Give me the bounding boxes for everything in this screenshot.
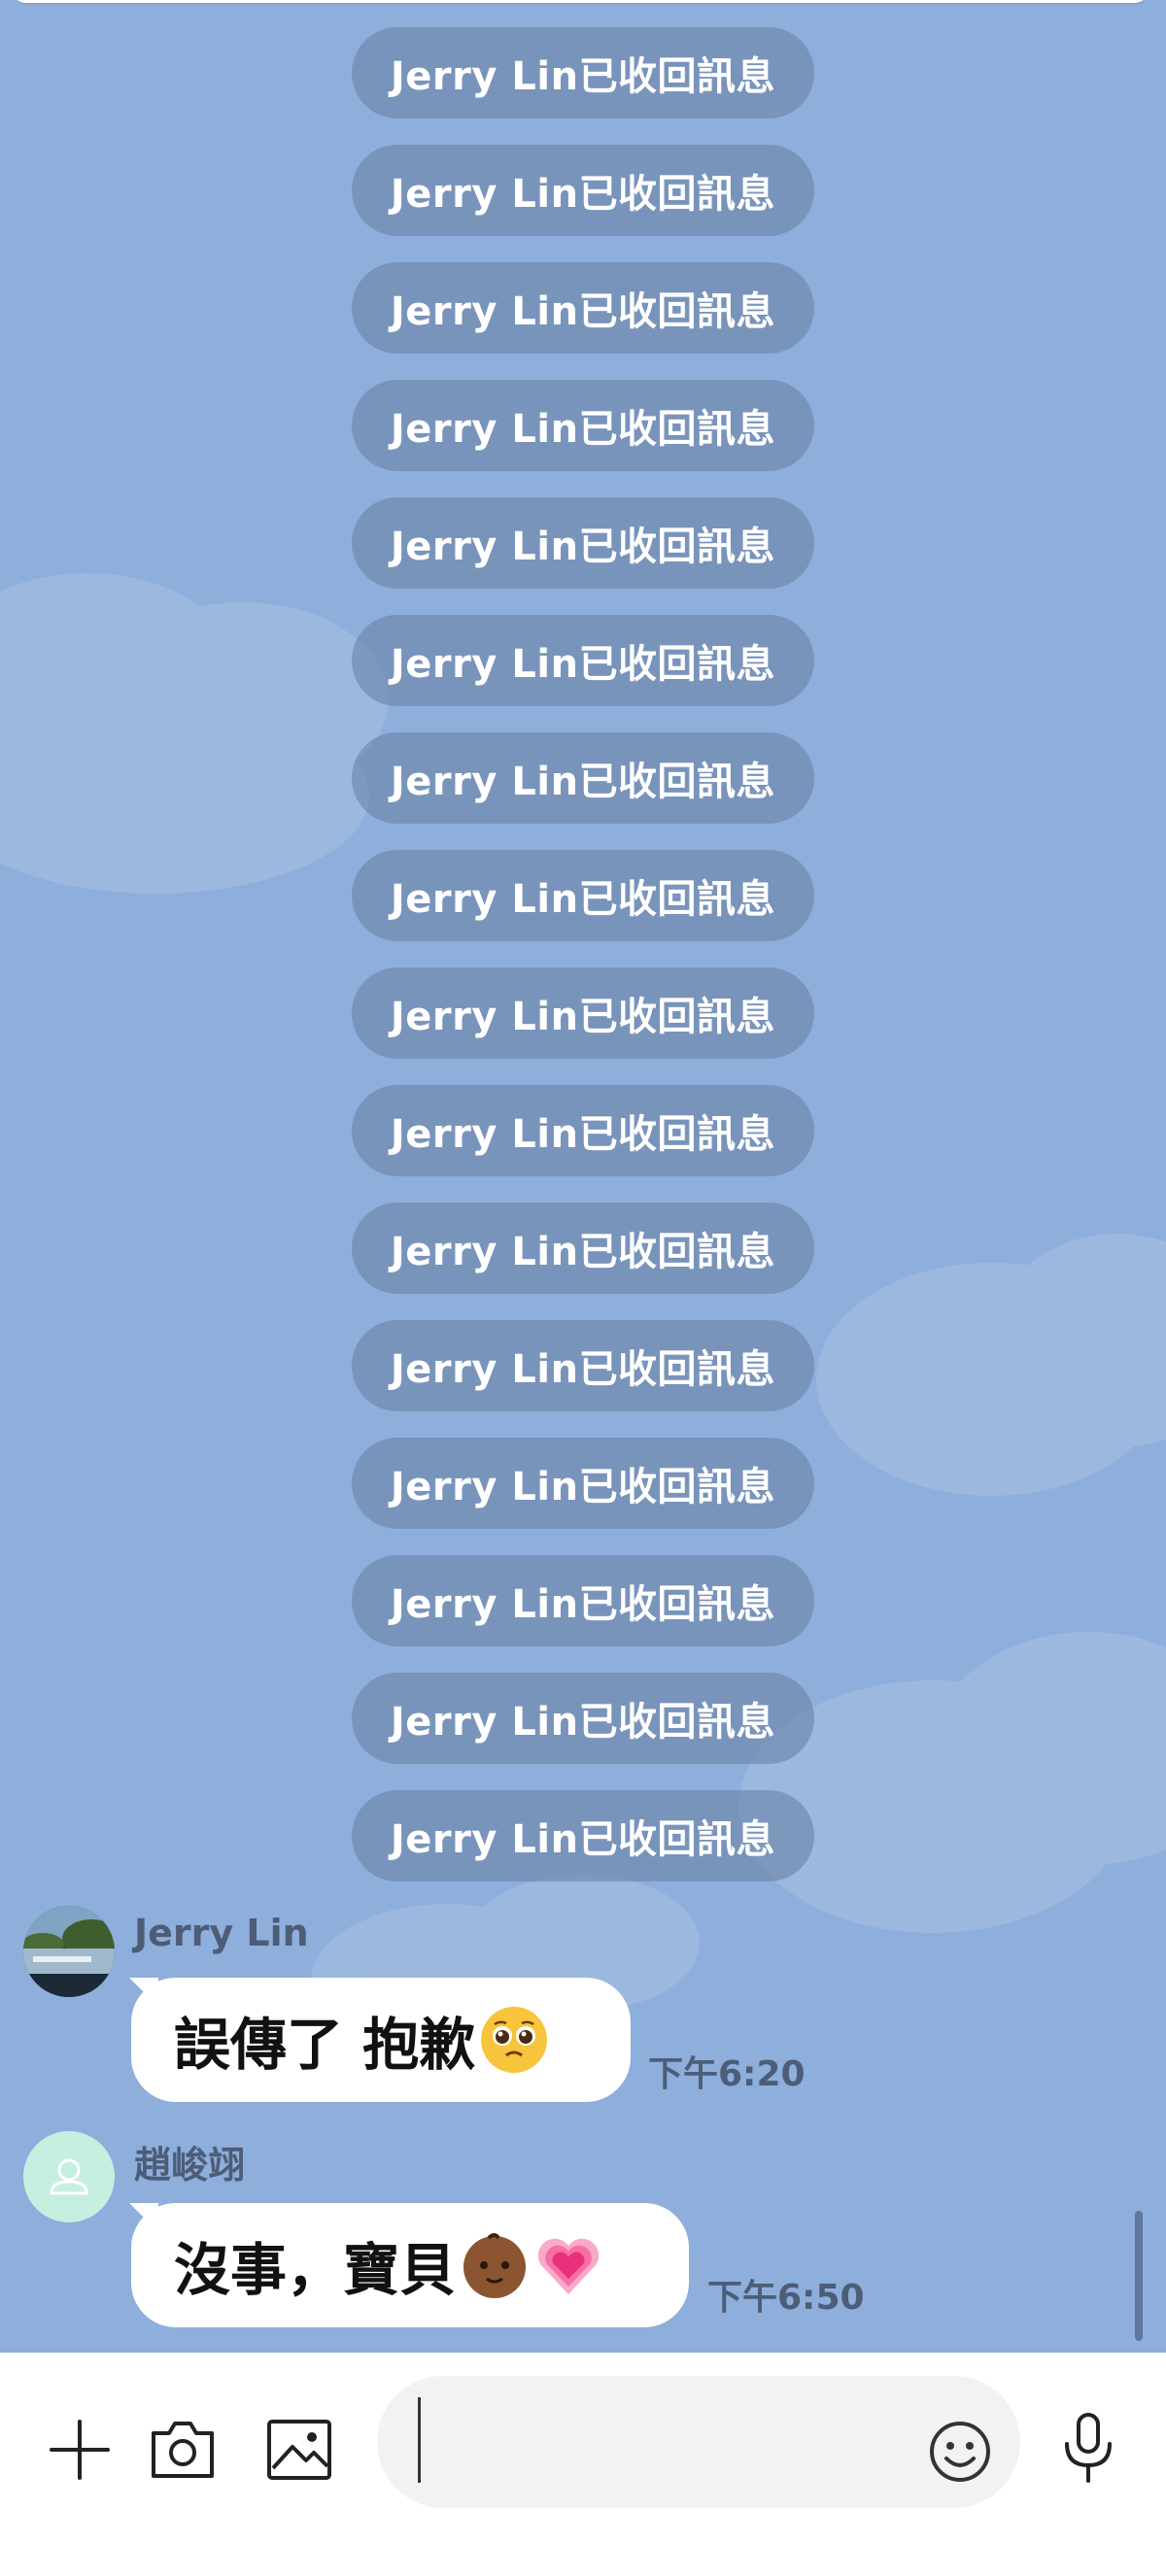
recall-notice: Jerry Lin已收回訊息 <box>352 850 814 941</box>
message-time: 下午6:20 <box>648 2054 806 2094</box>
recall-notice: Jerry Lin已收回訊息 <box>352 1320 814 1411</box>
scrollbar[interactable] <box>1135 2211 1143 2341</box>
chat-screen: Jerry Lin已收回訊息 Jerry Lin已收回訊息 Jerry Lin已… <box>0 0 1166 2576</box>
photo-avatar-icon <box>23 1906 115 1997</box>
baby-emoji <box>463 2233 527 2298</box>
recall-notice: Jerry Lin已收回訊息 <box>352 732 814 824</box>
sender-name: Jerry Lin <box>134 1912 309 1954</box>
avatar-jerry-lin[interactable] <box>23 1906 115 1997</box>
message-input[interactable] <box>428 2399 917 2485</box>
recall-notice: Jerry Lin已收回訊息 <box>352 27 814 119</box>
camera-button[interactable] <box>144 2411 222 2489</box>
recall-notice: Jerry Lin已收回訊息 <box>352 1790 814 1881</box>
image-icon <box>267 2420 331 2480</box>
message-bubble[interactable]: 誤傳了 抱歉 <box>131 1978 631 2102</box>
plus-icon <box>50 2420 110 2480</box>
camera-icon <box>152 2422 214 2478</box>
recall-notice: Jerry Lin已收回訊息 <box>352 967 814 1059</box>
gallery-button[interactable] <box>260 2411 338 2489</box>
recall-notice: Jerry Lin已收回訊息 <box>352 1085 814 1176</box>
chat-message-list[interactable]: Jerry Lin已收回訊息 Jerry Lin已收回訊息 Jerry Lin已… <box>0 0 1166 2353</box>
recall-notice: Jerry Lin已收回訊息 <box>352 1673 814 1764</box>
emoji-button[interactable] <box>921 2413 999 2491</box>
top-panel-edge <box>12 0 1149 3</box>
pleading-face-emoji <box>481 2007 548 2073</box>
growing-heart-emoji <box>537 2238 600 2294</box>
recall-notice: Jerry Lin已收回訊息 <box>352 1203 814 1294</box>
recall-notice: Jerry Lin已收回訊息 <box>352 1555 814 1646</box>
recall-notice: Jerry Lin已收回訊息 <box>352 615 814 706</box>
sender-name: 趙峻翊 <box>134 2144 246 2186</box>
recall-notice: Jerry Lin已收回訊息 <box>352 262 814 354</box>
user-icon <box>50 2158 88 2195</box>
recall-notice: Jerry Lin已收回訊息 <box>352 380 814 471</box>
message-time: 下午6:50 <box>707 2278 865 2318</box>
recall-notice: Jerry Lin已收回訊息 <box>352 145 814 236</box>
microphone-icon <box>1065 2413 1112 2483</box>
add-button[interactable] <box>41 2411 119 2489</box>
message-text: 誤傳了 抱歉 <box>174 2012 476 2078</box>
message-bubble[interactable]: 沒事，寶貝 <box>131 2203 689 2327</box>
smiley-icon <box>930 2422 990 2482</box>
message-text: 沒事，寶貝 <box>174 2237 457 2303</box>
avatar-default[interactable] <box>23 2131 115 2222</box>
text-cursor <box>418 2397 421 2483</box>
voice-button[interactable] <box>1049 2409 1127 2487</box>
recall-notice: Jerry Lin已收回訊息 <box>352 1438 814 1529</box>
recall-notice: Jerry Lin已收回訊息 <box>352 497 814 589</box>
